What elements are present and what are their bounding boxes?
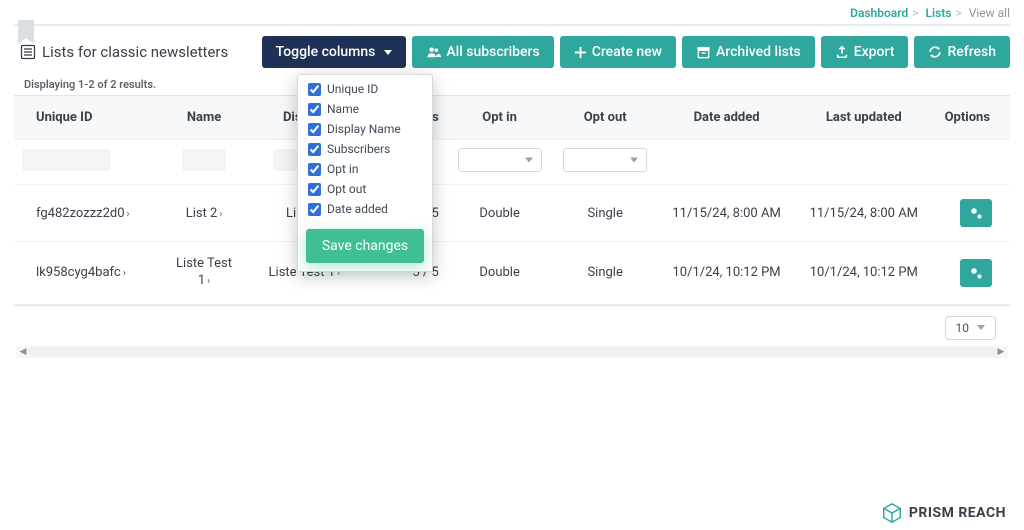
cell-last-updated: 11/15/24, 8:00 AM	[795, 185, 932, 242]
toggle-columns-dropdown: Unique ID Name Display Name Subscribers …	[297, 74, 433, 272]
filter-unique-id[interactable]	[22, 149, 110, 171]
toggle-col-date-added[interactable]: Date added	[298, 199, 432, 219]
cell-uid: fg482zozzz2d0›	[14, 185, 162, 242]
breadcrumb-current: View all	[969, 6, 1010, 20]
result-count: Displaying 1-2 of 2 results.	[24, 78, 1010, 91]
create-new-button[interactable]: Create new	[560, 36, 676, 68]
cell-opt-out: Single	[552, 242, 658, 305]
breadcrumb-dashboard[interactable]: Dashboard	[850, 6, 908, 20]
col-opt-out[interactable]: Opt out	[552, 96, 658, 140]
refresh-icon	[928, 45, 942, 59]
list-icon	[20, 44, 36, 60]
table-row[interactable]: lk958cyg4bafc› Liste Test 1› Liste Test …	[14, 242, 1010, 305]
col-unique-id[interactable]: Unique ID	[14, 96, 162, 140]
cell-name: List 2›	[162, 185, 246, 242]
cell-name: Liste Test 1›	[162, 242, 246, 305]
breadcrumb-lists[interactable]: Lists	[925, 6, 951, 20]
col-last-updated[interactable]: Last updated	[795, 96, 932, 140]
toggle-columns-button[interactable]: Toggle columns	[262, 36, 407, 68]
breadcrumb: Dashboard> Lists> View all	[14, 4, 1010, 24]
archive-icon	[696, 45, 711, 60]
export-icon	[835, 45, 849, 59]
toggle-col-name[interactable]: Name	[298, 99, 432, 119]
toolbar: Toggle columns All subscribers Create ne…	[262, 36, 1010, 68]
cell-opt-out: Single	[552, 185, 658, 242]
filter-opt-out-select[interactable]	[563, 148, 647, 172]
refresh-button[interactable]: Refresh	[914, 36, 1010, 68]
cell-last-updated: 10/1/24, 10:12 PM	[795, 242, 932, 305]
brand-logo: PRISM REACH	[881, 502, 1006, 524]
toggle-col-unique-id[interactable]: Unique ID	[298, 79, 432, 99]
cell-uid: lk958cyg4bafc›	[14, 242, 162, 305]
cell-date-added: 10/1/24, 10:12 PM	[658, 242, 795, 305]
caret-down-icon	[384, 50, 392, 55]
cell-opt-in: Double	[447, 185, 553, 242]
col-opt-in[interactable]: Opt in	[447, 96, 553, 140]
users-icon	[426, 45, 441, 60]
filter-name[interactable]	[182, 149, 226, 171]
col-date-added[interactable]: Date added	[658, 96, 795, 140]
lists-table: Unique ID Name Display pers Opt in Opt o…	[14, 95, 1010, 306]
toggle-col-subscribers[interactable]: Subscribers	[298, 139, 432, 159]
plus-icon	[574, 46, 587, 59]
page-title: Lists for classic newsletters	[20, 43, 228, 61]
all-subscribers-button[interactable]: All subscribers	[412, 36, 553, 68]
archived-lists-button[interactable]: Archived lists	[682, 36, 815, 68]
horizontal-scrollbar[interactable]: ◀▶	[16, 346, 1008, 358]
row-action-button[interactable]	[960, 259, 992, 287]
cell-opt-in: Double	[447, 242, 553, 305]
filter-opt-in-select[interactable]	[458, 148, 542, 172]
table-row[interactable]: fg482zozzz2d0› List 2› List 2› 5 / 5 Dou…	[14, 185, 1010, 242]
save-changes-button[interactable]: Save changes	[306, 229, 424, 263]
filter-row	[14, 140, 1010, 185]
row-action-button[interactable]	[960, 199, 992, 227]
toggle-col-opt-out[interactable]: Opt out	[298, 179, 432, 199]
toggle-col-display-name[interactable]: Display Name	[298, 119, 432, 139]
col-name[interactable]: Name	[162, 96, 246, 140]
page-size-select[interactable]: 10	[945, 316, 997, 340]
cell-date-added: 11/15/24, 8:00 AM	[658, 185, 795, 242]
prism-icon	[881, 502, 903, 524]
col-options: Options	[932, 96, 1010, 140]
export-button[interactable]: Export	[821, 36, 909, 68]
toggle-col-opt-in[interactable]: Opt in	[298, 159, 432, 179]
